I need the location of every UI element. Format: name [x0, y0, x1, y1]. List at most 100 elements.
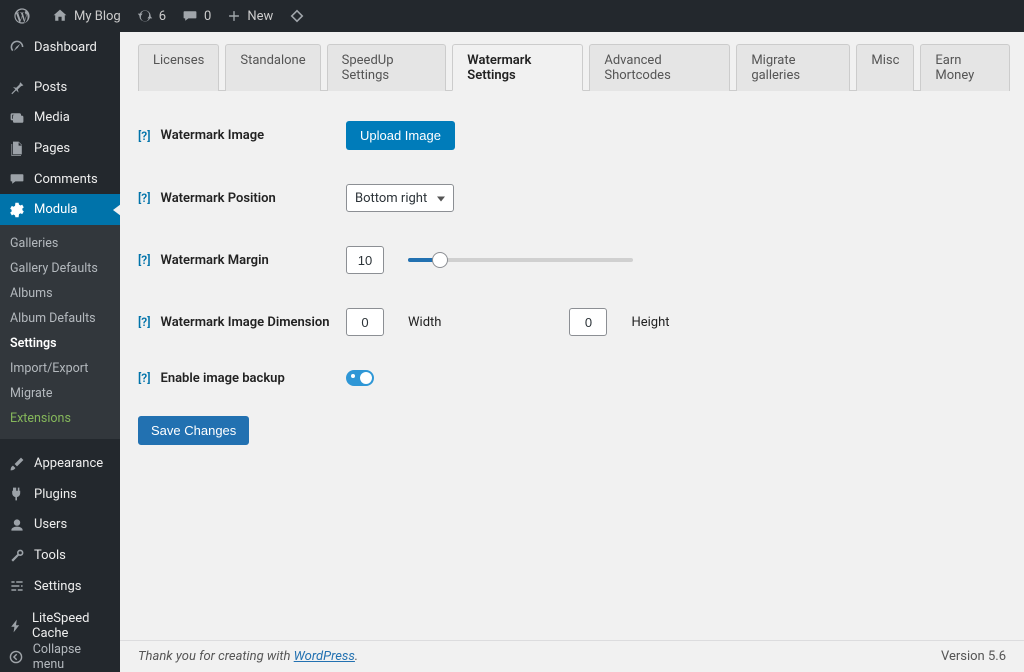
sidebar-item-label: Dashboard — [34, 40, 97, 55]
upload-image-button[interactable]: Upload Image — [346, 121, 455, 150]
user-icon — [8, 517, 26, 533]
position-value: Bottom right — [355, 191, 427, 206]
help-link[interactable]: [?] — [138, 129, 150, 143]
admin-sidebar: Dashboard Posts Media Pages Commen — [0, 32, 120, 672]
sidebar-item-posts[interactable]: Posts — [0, 72, 120, 103]
cache-indicator[interactable] — [281, 0, 319, 32]
sidebar-item-settings[interactable]: Settings — [0, 571, 120, 602]
footer-thanks-prefix: Thank you for creating with — [138, 649, 294, 664]
tab-shortcodes[interactable]: Advanced Shortcodes — [589, 44, 730, 91]
tab-licenses[interactable]: Licenses — [138, 44, 219, 91]
sidebar-item-label: LiteSpeed Cache — [32, 611, 110, 641]
plug-icon — [8, 486, 26, 502]
collapse-icon — [8, 650, 25, 664]
comment-icon — [182, 8, 198, 24]
sidebar-item-label: Media — [34, 110, 70, 125]
sidebar-item-label: Settings — [34, 579, 81, 594]
sidebar-item-dashboard[interactable]: Dashboard — [0, 32, 120, 63]
sidebar-item-media[interactable]: Media — [0, 102, 120, 133]
submenu-item-import-export[interactable]: Import/Export — [0, 356, 120, 381]
margin-input[interactable] — [346, 246, 384, 274]
collapse-label: Collapse menu — [33, 642, 110, 672]
comment-icon — [8, 171, 26, 187]
sidebar-item-tools[interactable]: Tools — [0, 540, 120, 571]
site-name-link[interactable]: My Blog — [44, 0, 129, 32]
sidebar-item-pages[interactable]: Pages — [0, 133, 120, 164]
wp-logo[interactable] — [6, 0, 44, 32]
footer-thanks-suffix: . — [355, 649, 358, 664]
updates-count: 6 — [159, 9, 166, 24]
footer-version: Version 5.6 — [941, 649, 1006, 664]
sidebar-item-litespeed[interactable]: LiteSpeed Cache — [0, 611, 120, 642]
height-label: Height — [631, 315, 669, 330]
field-label: Watermark Position — [160, 191, 275, 206]
row-save: Save Changes — [138, 416, 1010, 445]
submenu-item-album-defaults[interactable]: Album Defaults — [0, 306, 120, 331]
sidebar-item-comments[interactable]: Comments — [0, 164, 120, 195]
sidebar-item-modula[interactable]: Modula — [0, 194, 120, 225]
tab-speedup[interactable]: SpeedUp Settings — [327, 44, 447, 91]
field-label: Watermark Image Dimension — [160, 315, 329, 330]
sidebar-item-appearance[interactable]: Appearance — [0, 448, 120, 479]
submenu-item-migrate[interactable]: Migrate — [0, 381, 120, 406]
help-link[interactable]: [?] — [138, 371, 150, 385]
main-content: Licenses Standalone SpeedUp Settings Wat… — [120, 32, 1024, 672]
footer-wordpress-link[interactable]: WordPress — [294, 649, 355, 664]
help-link[interactable]: [?] — [138, 191, 150, 205]
height-input[interactable] — [569, 308, 607, 336]
help-link[interactable]: [?] — [138, 315, 150, 329]
sidebar-item-plugins[interactable]: Plugins — [0, 479, 120, 510]
admin-toolbar: My Blog 6 0 New — [0, 0, 1024, 32]
updates-link[interactable]: 6 — [129, 0, 174, 32]
comments-count: 0 — [204, 9, 211, 24]
tab-misc[interactable]: Misc — [856, 44, 914, 91]
row-image-backup: [?] Enable image backup — [138, 360, 1010, 410]
position-select[interactable]: Bottom right — [346, 184, 454, 212]
field-label: Enable image backup — [160, 371, 284, 386]
sidebar-item-label: Plugins — [34, 487, 77, 502]
toggle-knob — [360, 372, 372, 384]
comments-link[interactable]: 0 — [174, 0, 219, 32]
wrench-icon — [8, 548, 26, 564]
collapse-menu-button[interactable]: Collapse menu — [0, 641, 120, 672]
submenu-item-albums[interactable]: Albums — [0, 281, 120, 306]
width-input[interactable] — [346, 308, 384, 336]
watermark-form: [?] Watermark Image Upload Image [?] Wat… — [138, 111, 1010, 445]
sidebar-item-label: Users — [34, 517, 67, 532]
sidebar-item-label: Posts — [34, 80, 67, 95]
brush-icon — [8, 456, 26, 472]
gear-icon — [8, 202, 26, 218]
submenu-item-gallery-defaults[interactable]: Gallery Defaults — [0, 256, 120, 281]
backup-toggle[interactable] — [346, 370, 374, 386]
sliders-icon — [8, 578, 26, 594]
field-label: Watermark Image — [160, 128, 264, 143]
admin-footer: Thank you for creating with WordPress. V… — [120, 640, 1024, 672]
sidebar-item-label: Tools — [34, 548, 66, 563]
margin-slider[interactable] — [408, 250, 633, 270]
new-label: New — [247, 9, 273, 24]
home-icon — [52, 8, 68, 24]
tab-earn[interactable]: Earn Money — [920, 44, 1010, 91]
tab-migrate[interactable]: Migrate galleries — [736, 44, 850, 91]
refresh-icon — [137, 8, 153, 24]
sidebar-item-label: Pages — [34, 141, 70, 156]
pin-icon — [8, 79, 26, 95]
row-watermark-position: [?] Watermark Position Bottom right — [138, 174, 1010, 236]
toggle-tick-icon — [351, 374, 355, 378]
help-link[interactable]: [?] — [138, 253, 150, 267]
modula-submenu: Galleries Gallery Defaults Albums Album … — [0, 225, 120, 439]
submenu-item-galleries[interactable]: Galleries — [0, 231, 120, 256]
submenu-item-extensions[interactable]: Extensions — [0, 406, 120, 431]
row-watermark-image: [?] Watermark Image Upload Image — [138, 111, 1010, 174]
slider-thumb[interactable] — [432, 252, 448, 268]
new-content-link[interactable]: New — [219, 0, 281, 32]
row-watermark-dimension: [?] Watermark Image Dimension Width Heig… — [138, 298, 1010, 360]
save-button[interactable]: Save Changes — [138, 416, 249, 445]
submenu-item-settings[interactable]: Settings — [0, 331, 120, 356]
tab-watermark[interactable]: Watermark Settings — [452, 44, 583, 91]
sidebar-item-label: Comments — [34, 172, 98, 187]
wordpress-icon — [14, 8, 30, 24]
sidebar-item-users[interactable]: Users — [0, 510, 120, 541]
bolt-icon — [8, 618, 24, 634]
tab-standalone[interactable]: Standalone — [225, 44, 320, 91]
